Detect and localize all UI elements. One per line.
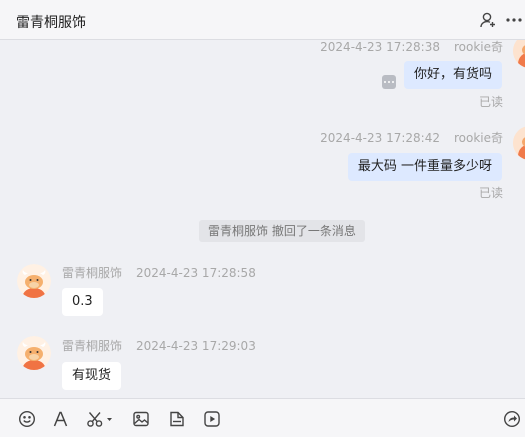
message-sender: rookie奇 — [453, 40, 503, 54]
message-time: 2024-4-23 17:28:58 — [136, 266, 256, 280]
message-sender: 雷青桐服饰 — [62, 266, 123, 280]
emoji-button[interactable] — [17, 409, 37, 429]
avatar[interactable] — [513, 40, 525, 68]
read-status: 已读 — [478, 186, 503, 200]
message-bubble[interactable]: 0.3 — [62, 288, 103, 316]
message-time: 2024-4-23 17:29:03 — [136, 339, 256, 353]
image-icon — [133, 411, 149, 427]
message-meta: 2024-4-23 17:28:42 rookie奇 — [320, 129, 503, 146]
message-bubble[interactable]: 最大码 一件重量多少呀 — [347, 153, 502, 181]
ox-avatar-icon — [17, 336, 51, 370]
add-user-icon — [480, 12, 495, 28]
share-button[interactable] — [502, 409, 522, 429]
message-time: 2024-4-23 17:28:38 — [320, 40, 440, 54]
font-button[interactable] — [51, 409, 71, 429]
message-meta: 雷青桐服饰 2024-4-23 17:28:58 — [62, 264, 256, 281]
scissors-icon — [87, 412, 112, 427]
emoji-icon — [18, 410, 36, 428]
font-icon — [53, 411, 68, 427]
message-options-button[interactable] — [382, 75, 396, 89]
recall-notice: 雷青桐服饰 撤回了一条消息 — [199, 220, 365, 242]
avatar[interactable] — [17, 336, 51, 370]
video-icon — [204, 411, 220, 427]
video-button[interactable] — [202, 409, 222, 429]
file-button[interactable] — [167, 409, 187, 429]
share-icon — [503, 410, 521, 428]
add-member-button[interactable] — [478, 10, 498, 30]
avatar[interactable] — [513, 126, 525, 160]
ox-avatar-icon — [17, 264, 51, 298]
input-toolbar — [0, 398, 525, 437]
chat-title: 雷青桐服饰 — [16, 15, 86, 31]
more-icon — [506, 18, 522, 22]
message-meta: 2024-4-23 17:28:38 rookie奇 — [320, 40, 503, 55]
message-list[interactable]: 2024-4-23 17:28:38 rookie奇 你好，有货吗 已读 2024… — [0, 40, 525, 398]
chat-header: 雷青桐服饰 — [0, 0, 525, 40]
read-status: 已读 — [478, 95, 503, 109]
message-sender: rookie奇 — [453, 131, 503, 145]
avatar[interactable] — [17, 264, 51, 298]
more-button[interactable] — [504, 10, 524, 30]
message-bubble[interactable]: 有现货 — [62, 362, 122, 390]
message-sender: 雷青桐服饰 — [62, 339, 123, 353]
image-button[interactable] — [131, 409, 151, 429]
file-icon — [170, 411, 184, 427]
message-time: 2024-4-23 17:28:42 — [320, 131, 440, 145]
message-meta: 雷青桐服饰 2024-4-23 17:29:03 — [62, 337, 256, 354]
screenshot-button[interactable] — [86, 409, 114, 429]
message-bubble[interactable]: 你好，有货吗 — [403, 61, 502, 89]
